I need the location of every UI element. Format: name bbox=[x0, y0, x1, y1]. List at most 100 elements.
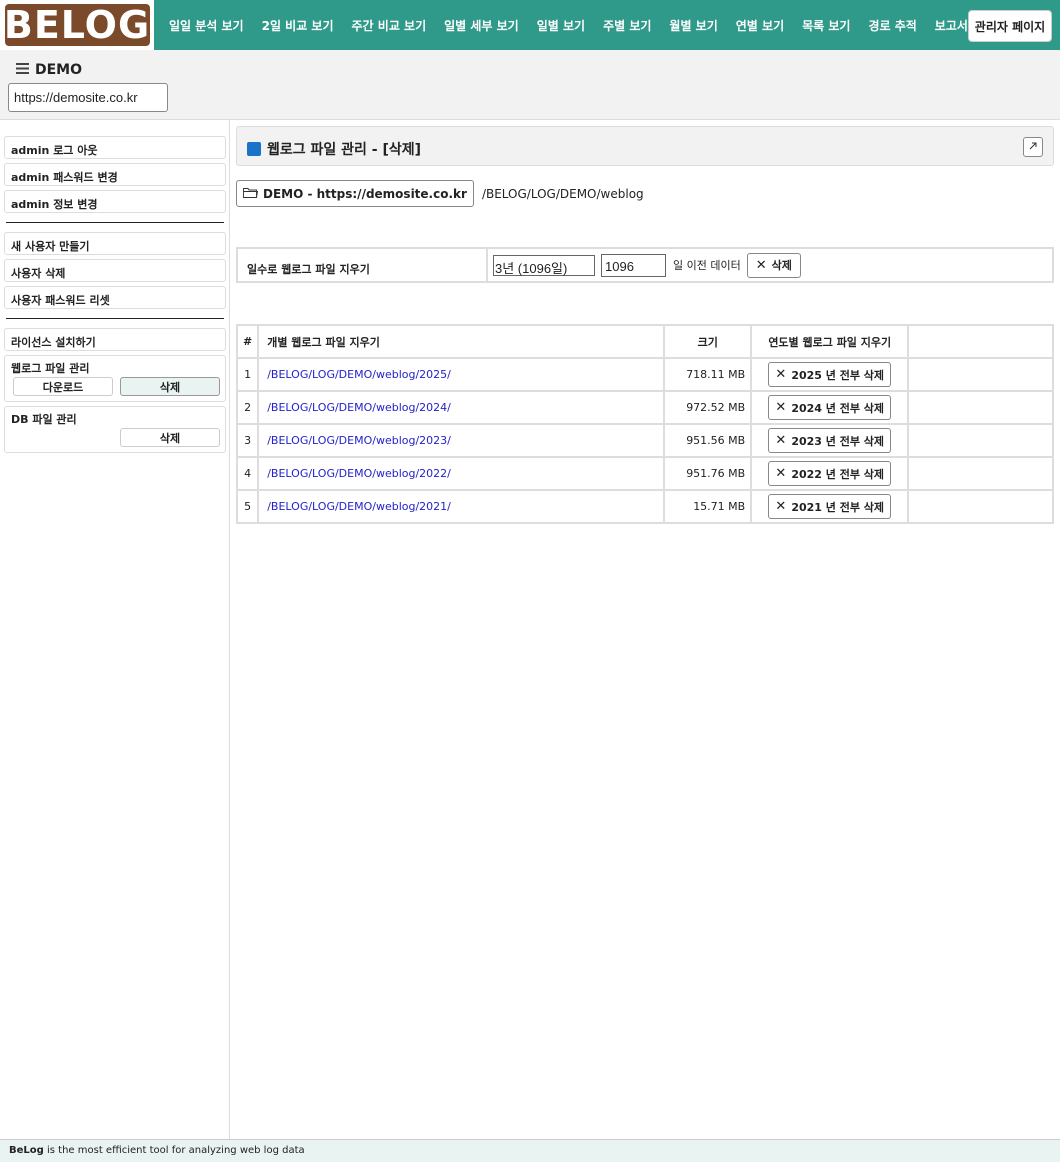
file-path-link[interactable]: /BELOG/LOG/DEMO/weblog/2024/ bbox=[267, 401, 451, 414]
year-delete-button[interactable]: ✕ 2024 년 전부 삭제 bbox=[768, 395, 892, 420]
external-link-button[interactable] bbox=[1023, 137, 1043, 157]
days-input[interactable]: 1096 bbox=[601, 253, 666, 277]
folder-icon bbox=[243, 187, 259, 201]
sidebar-group-weblog-title: 웹로그 파일 관리 bbox=[11, 362, 90, 375]
nav-item-daily-analysis[interactable]: 일일 분석 보기 bbox=[160, 17, 253, 34]
row-extra bbox=[907, 390, 1054, 425]
row-num: 3 bbox=[235, 423, 260, 458]
site-name: DEMO bbox=[35, 62, 83, 78]
nav-items: 일일 분석 보기 2일 비교 보기 주간 비교 보기 일별 세부 보기 일별 보… bbox=[160, 0, 977, 50]
sidebar-group-db-title: DB 파일 관리 bbox=[11, 413, 77, 426]
close-icon: ✕ bbox=[755, 257, 767, 273]
panel-title: 웹로그 파일 관리 - [삭제] bbox=[247, 139, 421, 159]
weblog-delete-button[interactable]: 삭제 bbox=[120, 377, 220, 396]
footer-text: is the most efficient tool for analyzing… bbox=[43, 1145, 305, 1156]
close-icon: ✕ bbox=[775, 400, 787, 415]
days-delete-row: 일수로 웹로그 파일 지우기 3년 (1096일) 1096 일 이전 데이터 … bbox=[236, 247, 1054, 283]
days-period-select[interactable]: 3년 (1096일) bbox=[493, 254, 595, 276]
col-header-year-delete: 연도별 웹로그 파일 지우기 bbox=[750, 324, 910, 359]
sidebar-group-weblog: 웹로그 파일 관리 다운로드 삭제 bbox=[4, 355, 226, 402]
file-path-link[interactable]: /BELOG/LOG/DEMO/weblog/2025/ bbox=[267, 368, 451, 381]
row-num: 5 bbox=[235, 489, 260, 524]
nav-item-monthly[interactable]: 월별 보기 bbox=[660, 17, 726, 34]
current-path: /BELOG/LOG/DEMO/weblog bbox=[481, 186, 644, 201]
col-header-extra bbox=[907, 324, 1054, 359]
row-extra bbox=[907, 489, 1054, 524]
close-icon: ✕ bbox=[775, 433, 787, 448]
table-row: 1 /BELOG/LOG/DEMO/weblog/2025/ 718.11 MB… bbox=[235, 357, 1054, 392]
files-table: # 개별 웹로그 파일 지우기 크기 연도별 웹로그 파일 지우기 1 /BEL… bbox=[235, 324, 1054, 524]
year-delete-button-label: 2021 년 전부 삭제 bbox=[791, 500, 885, 514]
days-suffix: 일 이전 데이터 bbox=[673, 259, 741, 272]
days-delete-button[interactable]: ✕ 삭제 bbox=[746, 252, 801, 278]
file-size: 972.52 MB bbox=[663, 390, 753, 425]
table-row: 4 /BELOG/LOG/DEMO/weblog/2022/ 951.76 MB… bbox=[235, 456, 1054, 491]
sidebar-item-admin-password[interactable]: admin 패스워드 변경 bbox=[4, 163, 226, 186]
nav-item-path-trace[interactable]: 경로 추적 bbox=[859, 17, 925, 34]
site-url-select[interactable]: https://demosite.co.kr bbox=[8, 83, 168, 112]
site-title[interactable]: DEMO bbox=[16, 62, 82, 78]
panel-header: 웹로그 파일 관리 - [삭제] bbox=[236, 126, 1054, 166]
panel-title-text: 웹로그 파일 관리 - [삭제] bbox=[267, 142, 422, 158]
row-extra bbox=[907, 423, 1054, 458]
sidebar-item-new-user[interactable]: 새 사용자 만들기 bbox=[4, 232, 226, 255]
footer-brand: BeLog bbox=[9, 1145, 44, 1156]
year-delete-button-label: 2024 년 전부 삭제 bbox=[791, 401, 885, 415]
table-row: 2 /BELOG/LOG/DEMO/weblog/2024/ 972.52 MB… bbox=[235, 390, 1054, 425]
file-path-link[interactable]: /BELOG/LOG/DEMO/weblog/2022/ bbox=[267, 467, 451, 480]
sidebar-item-admin-info[interactable]: admin 정보 변경 bbox=[4, 190, 226, 213]
sidebar-group-db: DB 파일 관리 삭제 bbox=[4, 406, 226, 453]
nav-item-weekly[interactable]: 주별 보기 bbox=[594, 17, 660, 34]
year-delete-button[interactable]: ✕ 2025 년 전부 삭제 bbox=[768, 362, 892, 387]
footer: BeLog is the most efficient tool for ana… bbox=[0, 1139, 1060, 1162]
days-delete-controls: 3년 (1096일) 1096 일 이전 데이터 ✕ 삭제 bbox=[488, 249, 1052, 281]
file-size: 951.76 MB bbox=[663, 456, 753, 491]
year-delete-button-label: 2022 년 전부 삭제 bbox=[791, 467, 885, 481]
days-delete-button-label: 삭제 bbox=[771, 259, 792, 272]
square-icon bbox=[247, 142, 261, 156]
admin-page-button[interactable]: 관리자 페이지 bbox=[968, 10, 1052, 42]
nav-item-daily[interactable]: 일별 보기 bbox=[528, 17, 594, 34]
folder-button[interactable]: DEMO - https://demosite.co.kr bbox=[236, 180, 474, 207]
table-row: 3 /BELOG/LOG/DEMO/weblog/2023/ 951.56 MB… bbox=[235, 423, 1054, 458]
nav-item-list[interactable]: 목록 보기 bbox=[793, 17, 859, 34]
logo-text: BELOG bbox=[3, 3, 151, 47]
logo[interactable]: BELOG bbox=[0, 0, 154, 50]
col-header-size: 크기 bbox=[663, 324, 753, 359]
year-delete-button[interactable]: ✕ 2021 년 전부 삭제 bbox=[768, 494, 892, 519]
row-num: 1 bbox=[235, 357, 260, 392]
file-size: 951.56 MB bbox=[663, 423, 753, 458]
sidebar-item-admin-logout[interactable]: admin 로그 아웃 bbox=[4, 136, 226, 159]
year-delete-button-label: 2025 년 전부 삭제 bbox=[791, 368, 885, 382]
year-delete-button[interactable]: ✕ 2023 년 전부 삭제 bbox=[768, 428, 892, 453]
weblog-download-button[interactable]: 다운로드 bbox=[13, 377, 113, 396]
file-size: 15.71 MB bbox=[663, 489, 753, 524]
hamburger-icon[interactable] bbox=[16, 62, 29, 78]
nav-item-yearly[interactable]: 연별 보기 bbox=[727, 17, 793, 34]
top-nav: BELOG 일일 분석 보기 2일 비교 보기 주간 비교 보기 일별 세부 보… bbox=[0, 0, 1060, 50]
year-delete-button-label: 2023 년 전부 삭제 bbox=[791, 434, 885, 448]
external-link-icon bbox=[1028, 141, 1038, 154]
file-path-link[interactable]: /BELOG/LOG/DEMO/weblog/2023/ bbox=[267, 434, 451, 447]
nav-item-two-day-compare[interactable]: 2일 비교 보기 bbox=[253, 17, 343, 34]
year-delete-button[interactable]: ✕ 2022 년 전부 삭제 bbox=[768, 461, 892, 486]
col-header-path: 개별 웹로그 파일 지우기 bbox=[257, 324, 666, 359]
row-extra bbox=[907, 357, 1054, 392]
nav-item-weekly-compare[interactable]: 주간 비교 보기 bbox=[343, 17, 436, 34]
close-icon: ✕ bbox=[775, 367, 787, 382]
site-header: DEMO https://demosite.co.kr bbox=[0, 50, 1060, 120]
close-icon: ✕ bbox=[775, 466, 787, 481]
sidebar-divider bbox=[6, 317, 224, 319]
nav-item-daily-detail[interactable]: 일별 세부 보기 bbox=[435, 17, 528, 34]
sidebar-item-license[interactable]: 라이선스 설치하기 bbox=[4, 328, 226, 351]
sidebar-item-delete-user[interactable]: 사용자 삭제 bbox=[4, 259, 226, 282]
row-num: 2 bbox=[235, 390, 260, 425]
close-icon: ✕ bbox=[775, 499, 787, 514]
file-path-link[interactable]: /BELOG/LOG/DEMO/weblog/2021/ bbox=[267, 500, 451, 513]
row-extra bbox=[907, 456, 1054, 491]
folder-button-label: DEMO - https://demosite.co.kr bbox=[263, 186, 467, 201]
row-num: 4 bbox=[235, 456, 260, 491]
sidebar-divider bbox=[6, 221, 224, 223]
sidebar-item-reset-password[interactable]: 사용자 패스워드 리셋 bbox=[4, 286, 226, 309]
db-delete-button[interactable]: 삭제 bbox=[120, 428, 220, 447]
